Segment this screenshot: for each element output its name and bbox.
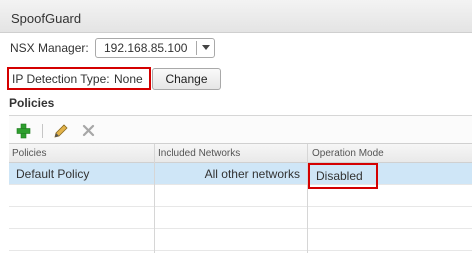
toolbar-separator [42, 124, 43, 138]
policy-name-cell: Default Policy [16, 167, 90, 181]
table-row-empty [9, 207, 472, 229]
grid-header: Policies Included Networks Operation Mod… [9, 144, 472, 163]
included-networks-cell: All other networks [204, 167, 300, 181]
column-separator [154, 144, 155, 253]
column-header-operation-mode[interactable]: Operation Mode [312, 148, 384, 159]
ip-detection-highlight: IP Detection Type: None [7, 67, 151, 90]
x-icon[interactable] [80, 116, 98, 144]
nsx-manager-select[interactable]: 192.168.85.100 [95, 38, 215, 58]
select-divider [196, 41, 197, 55]
chevron-down-icon[interactable] [202, 45, 210, 50]
column-header-policies[interactable]: Policies [12, 148, 46, 159]
panel-header: SpoofGuard [0, 0, 472, 33]
nsx-manager-label: NSX Manager: [10, 41, 89, 55]
pencil-icon[interactable] [51, 116, 69, 144]
plus-icon[interactable] [15, 116, 33, 144]
policies-section-title: Policies [9, 96, 55, 110]
ip-detection-value: None [114, 72, 143, 86]
column-header-included-networks[interactable]: Included Networks [158, 148, 240, 159]
operation-mode-cell: Disabled [316, 169, 363, 183]
operation-mode-highlight: Disabled [308, 163, 378, 189]
column-separator [307, 144, 308, 253]
table-row[interactable]: Default Policy All other networks [9, 163, 472, 185]
table-row-empty [9, 229, 472, 251]
nsx-manager-value: 192.168.85.100 [104, 41, 188, 55]
panel-title: SpoofGuard [11, 11, 82, 26]
policies-grid: Policies Included Networks Operation Mod… [9, 143, 472, 253]
change-button[interactable]: Change [152, 68, 221, 90]
policies-toolbar [9, 115, 472, 143]
table-row-empty [9, 185, 472, 207]
ip-detection-label: IP Detection Type: [12, 72, 110, 86]
